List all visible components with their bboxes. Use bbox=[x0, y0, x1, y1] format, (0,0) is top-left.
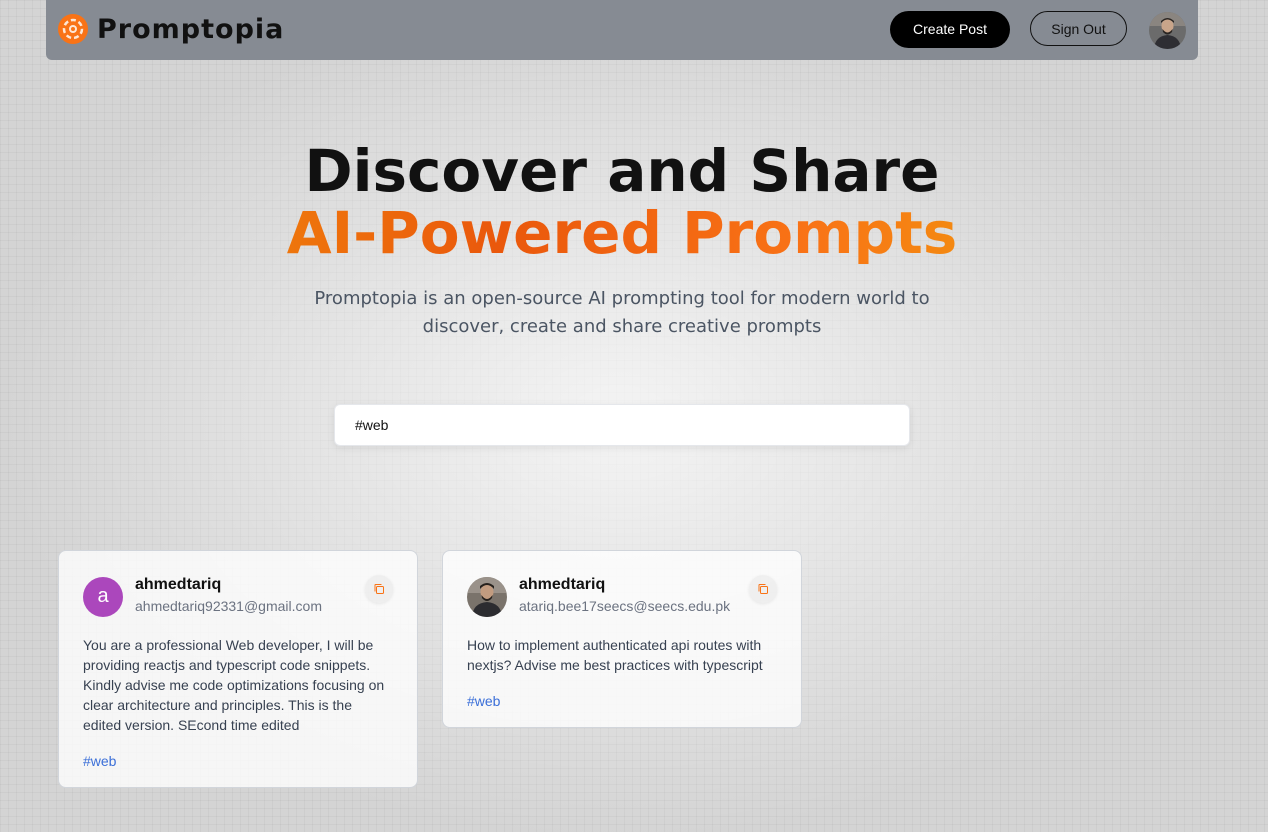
search-input[interactable] bbox=[334, 404, 910, 446]
prompt-tag[interactable]: #web bbox=[467, 691, 500, 711]
avatar[interactable] bbox=[467, 577, 507, 617]
prompt-card: ahmedtariq atariq.bee17seecs@seecs.edu.p… bbox=[442, 550, 802, 728]
copy-icon bbox=[758, 584, 768, 594]
prompt-text: How to implement authenticated api route… bbox=[467, 637, 763, 673]
prompt-tag[interactable]: #web bbox=[83, 751, 116, 771]
sign-out-button[interactable]: Sign Out bbox=[1030, 11, 1127, 46]
user-info[interactable]: ahmedtariq ahmedtariq92331@gmail.com bbox=[135, 575, 353, 617]
prompt-card: a ahmedtariq ahmedtariq92331@gmail.com Y… bbox=[58, 550, 418, 788]
hero-subtitle: Promptopia is an open-source AI promptin… bbox=[314, 288, 930, 337]
user-email: atariq.bee17seecs@seecs.edu.pk bbox=[519, 598, 731, 614]
brand-logo[interactable]: Promptopia bbox=[57, 13, 284, 45]
logo-icon bbox=[58, 14, 88, 44]
user-email: ahmedtariq92331@gmail.com bbox=[135, 598, 322, 614]
profile-photo-icon bbox=[467, 577, 507, 617]
hero-title-line1: Discover and Share bbox=[304, 137, 940, 205]
profile-photo-icon bbox=[1149, 12, 1186, 49]
copy-icon bbox=[374, 584, 384, 594]
prompt-text: You are a professional Web developer, I … bbox=[83, 637, 385, 733]
username: ahmedtariq bbox=[519, 576, 606, 593]
copy-button[interactable] bbox=[749, 575, 777, 603]
prompt-card-header: ahmedtariq atariq.bee17seecs@seecs.edu.p… bbox=[467, 575, 777, 617]
hero-title-highlight: AI-Powered Prompts bbox=[0, 202, 1244, 264]
create-post-button[interactable]: Create Post bbox=[890, 11, 1010, 48]
user-info[interactable]: ahmedtariq atariq.bee17seecs@seecs.edu.p… bbox=[519, 575, 737, 617]
copy-button[interactable] bbox=[365, 575, 393, 603]
prompt-card-header: a ahmedtariq ahmedtariq92331@gmail.com bbox=[83, 575, 393, 617]
brand-name: Promptopia bbox=[97, 13, 285, 45]
username: ahmedtariq bbox=[135, 576, 222, 593]
user-avatar[interactable] bbox=[1149, 12, 1186, 49]
navbar: Promptopia Create Post Sign Out bbox=[46, 0, 1198, 60]
hero-title: Discover and Share AI-Powered Prompts bbox=[0, 140, 1244, 264]
avatar[interactable]: a bbox=[83, 577, 123, 617]
